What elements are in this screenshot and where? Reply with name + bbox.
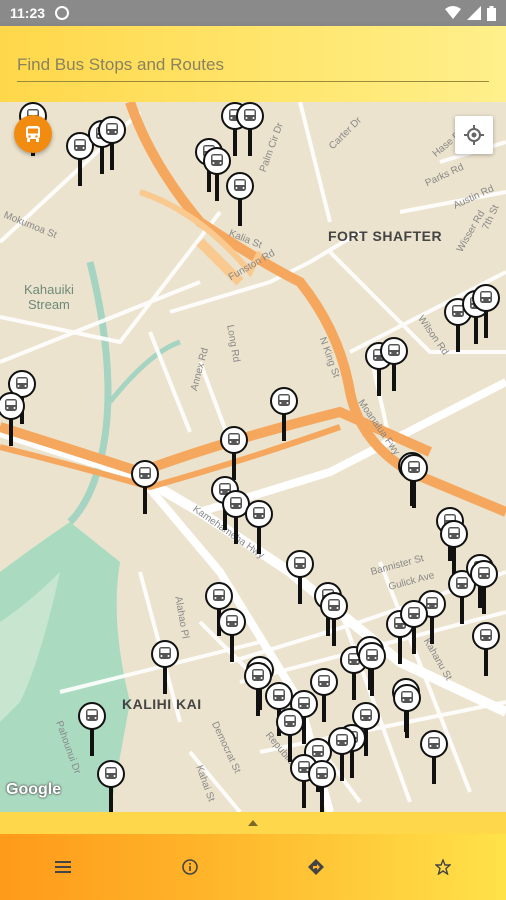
my-location-icon — [464, 125, 484, 145]
sync-icon — [55, 6, 70, 20]
wifi-icon — [445, 6, 461, 19]
bus-stop-icon[interactable] — [131, 460, 159, 514]
signal-icon — [467, 6, 481, 20]
my-location-button[interactable] — [455, 116, 493, 154]
bus-stop-icon[interactable] — [400, 600, 428, 654]
status-time: 11:23 — [10, 5, 46, 21]
nav-menu-button[interactable] — [0, 834, 127, 900]
bus-stop-icon[interactable] — [270, 387, 298, 441]
bus-stop-icon[interactable] — [97, 760, 125, 812]
bus-stop-icon[interactable] — [472, 622, 500, 676]
chevron-up-icon — [248, 820, 258, 826]
info-icon — [181, 859, 198, 875]
bus-stop-icon[interactable] — [245, 500, 273, 554]
area-label-kalihi-kai: KALIHI KAI — [122, 696, 202, 712]
bus-stop-icon[interactable] — [236, 102, 264, 156]
star-icon — [434, 859, 451, 875]
bus-stop-icon[interactable] — [0, 392, 25, 446]
map-view[interactable]: FORT SHAFTER KALIHI KAI Kahauiki Stream … — [0, 102, 506, 812]
nav-info-button[interactable] — [127, 834, 254, 900]
bus-stop-icon[interactable] — [472, 284, 500, 338]
bus-stop-icon[interactable] — [358, 642, 386, 696]
bus-stop-icon[interactable] — [220, 426, 248, 480]
bus-stop-icon[interactable] — [151, 640, 179, 694]
bus-stop-icon[interactable] — [420, 730, 448, 784]
status-bar: 11:23 — [0, 0, 506, 26]
search-header — [0, 26, 506, 102]
bus-stop-icon[interactable] — [286, 550, 314, 604]
nav-favorites-button[interactable] — [380, 834, 506, 900]
bus-stop-icon[interactable] — [320, 592, 348, 646]
bus-stop-icon[interactable] — [440, 520, 468, 574]
bus-stop-icon[interactable] — [226, 172, 254, 226]
bus-mode-button[interactable] — [14, 115, 52, 153]
bus-icon — [26, 126, 40, 142]
bottom-nav — [0, 834, 506, 900]
bus-stop-icon[interactable] — [470, 560, 498, 614]
bus-stop-icon[interactable] — [78, 702, 106, 756]
bus-stop-icon[interactable] — [98, 116, 126, 170]
search-input[interactable] — [17, 48, 489, 82]
directions-icon — [308, 859, 325, 875]
drawer-handle[interactable] — [0, 812, 506, 834]
water-label-kahauiki-stream: Kahauiki Stream — [24, 282, 74, 312]
bus-stop-icon[interactable] — [218, 608, 246, 662]
menu-icon — [55, 861, 72, 873]
battery-icon — [487, 5, 496, 21]
google-attribution: Google — [6, 781, 62, 798]
area-label-fort-shafter: FORT SHAFTER — [328, 228, 443, 244]
bus-stop-icon[interactable] — [308, 760, 336, 812]
bus-stop-icon[interactable] — [393, 684, 421, 738]
bus-stop-icon[interactable] — [380, 337, 408, 391]
nav-directions-button[interactable] — [253, 834, 380, 900]
bus-stop-icon[interactable] — [400, 454, 428, 508]
